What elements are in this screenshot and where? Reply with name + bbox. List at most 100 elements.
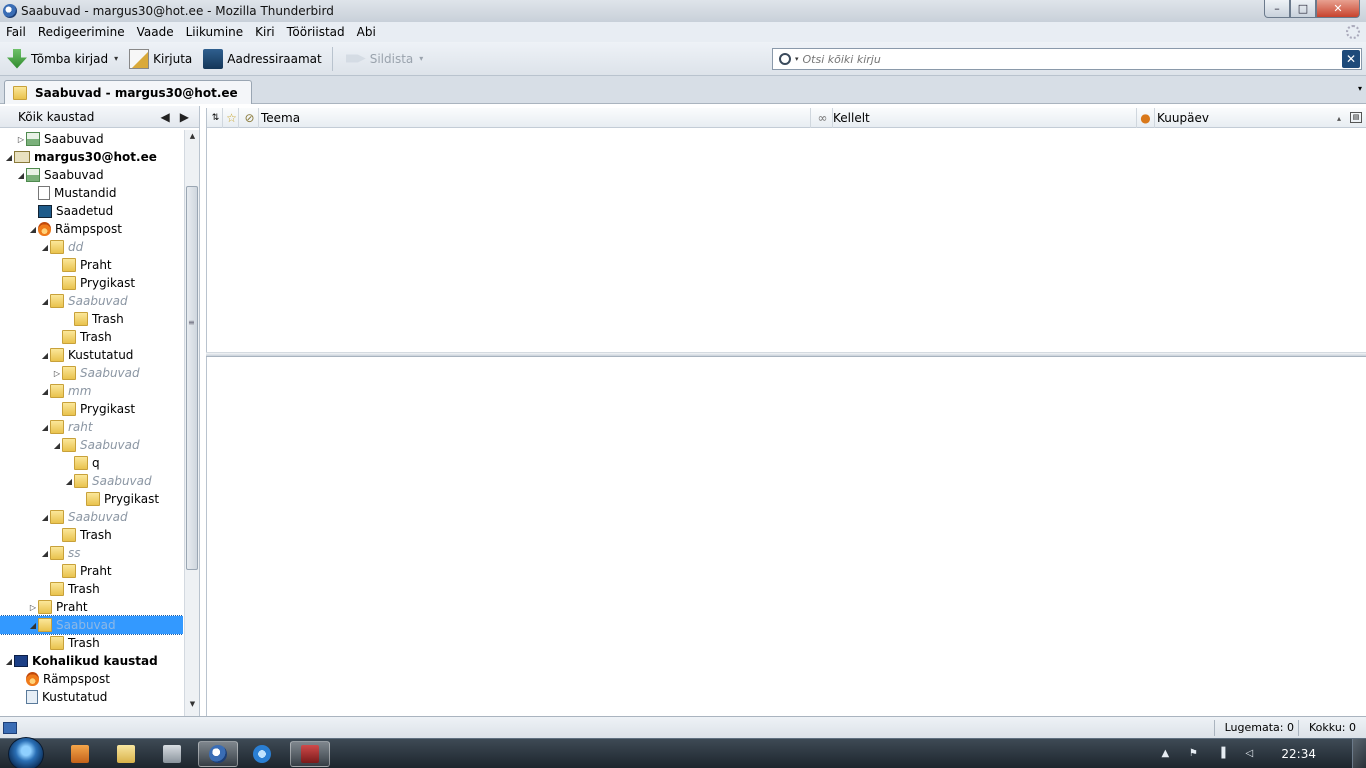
taskbar-thunderbird[interactable] bbox=[198, 741, 238, 767]
taskbar-internet-explorer[interactable] bbox=[242, 741, 282, 767]
get-mail-dropdown-icon[interactable]: ▾ bbox=[114, 54, 118, 63]
action-center-flag-icon[interactable]: ⚑ bbox=[1186, 748, 1200, 760]
menu-go[interactable]: Liikumine bbox=[180, 25, 250, 39]
twisty-icon[interactable]: ◢ bbox=[52, 441, 62, 450]
online-status-icon[interactable] bbox=[3, 721, 17, 734]
folder-row[interactable]: Praht bbox=[0, 256, 183, 274]
folder-row[interactable]: Mustandid bbox=[0, 184, 183, 202]
twisty-icon[interactable]: ◢ bbox=[40, 549, 50, 558]
get-mail-button[interactable]: Tõmba kirjad ▾ bbox=[3, 45, 122, 73]
folder-row[interactable]: ◢ Saabuvad bbox=[0, 292, 183, 310]
read-column[interactable]: ∞ bbox=[813, 108, 833, 128]
clear-search-icon[interactable]: ✕ bbox=[1342, 50, 1360, 68]
twisty-icon[interactable]: ◢ bbox=[64, 477, 74, 486]
folder-row[interactable]: ▷ Saabuvad bbox=[0, 364, 183, 382]
date-column[interactable]: Kuupäev ▴ bbox=[1157, 108, 1345, 128]
twisty-icon[interactable]: ◢ bbox=[40, 423, 50, 432]
attachment-column[interactable]: ⊘ bbox=[241, 108, 259, 128]
twisty-icon[interactable]: ◢ bbox=[4, 657, 14, 666]
folder-row[interactable]: ▷ Praht bbox=[0, 598, 183, 616]
junk-column[interactable]: ● bbox=[1137, 108, 1155, 128]
taskbar-save-app[interactable] bbox=[290, 741, 330, 767]
folder-row[interactable]: ◢ Saabuvad bbox=[0, 615, 183, 635]
twisty-icon[interactable]: ◢ bbox=[40, 297, 50, 306]
taskbar-archive[interactable] bbox=[152, 741, 192, 767]
folder-row[interactable]: Prygikast bbox=[0, 400, 183, 418]
menu-file[interactable]: Fail bbox=[0, 25, 32, 39]
twisty-icon[interactable]: ◢ bbox=[28, 225, 38, 234]
prev-folder-view-icon[interactable]: ◀ bbox=[161, 110, 170, 124]
folder-row[interactable]: ◢ Saabuvad bbox=[0, 166, 183, 184]
folder-row[interactable]: ◢ margus30@hot.ee bbox=[0, 148, 183, 166]
folder-row[interactable]: ◢ dd bbox=[0, 238, 183, 256]
show-desktop-button[interactable] bbox=[1352, 739, 1366, 768]
folder-row[interactable]: ◢ Kohalikud kaustad bbox=[0, 652, 183, 670]
search-options-icon[interactable]: ▾ bbox=[795, 55, 799, 63]
twisty-icon[interactable]: ◢ bbox=[40, 513, 50, 522]
network-icon[interactable]: ▐ bbox=[1214, 748, 1228, 760]
folder-row[interactable]: Rämpspost bbox=[0, 670, 183, 688]
thread-column[interactable]: ⇅ bbox=[209, 108, 223, 128]
folder-row[interactable]: ◢ Kustutatud bbox=[0, 346, 183, 364]
star-column[interactable]: ☆ bbox=[225, 108, 239, 128]
folder-row[interactable]: ◢ raht bbox=[0, 418, 183, 436]
folder-row[interactable]: ▷ Saabuvad bbox=[0, 130, 183, 148]
folder-row[interactable]: ◢ Rämpspost bbox=[0, 220, 183, 238]
folder-row[interactable]: Prygikast bbox=[0, 490, 183, 508]
tab-list-icon[interactable]: ▾ bbox=[1358, 84, 1362, 93]
folder-row[interactable]: Trash bbox=[0, 526, 183, 544]
minimize-button[interactable]: – bbox=[1264, 0, 1290, 18]
next-folder-view-icon[interactable]: ▶ bbox=[180, 110, 189, 124]
from-column[interactable]: Kellelt bbox=[833, 108, 1137, 128]
menu-edit[interactable]: Redigeerimine bbox=[32, 25, 131, 39]
column-picker-icon[interactable]: ▤ bbox=[1350, 112, 1362, 123]
folder-row[interactable]: ◢ Saabuvad bbox=[0, 508, 183, 526]
write-button[interactable]: Kirjuta bbox=[125, 45, 196, 73]
scroll-up-icon[interactable]: ▲ bbox=[185, 132, 200, 146]
folder-row[interactable]: Trash bbox=[0, 328, 183, 346]
folder-row[interactable]: Praht bbox=[0, 562, 183, 580]
folder-row[interactable]: Trash bbox=[0, 634, 183, 652]
search-input[interactable] bbox=[802, 52, 1342, 66]
search-icon[interactable] bbox=[779, 53, 791, 65]
folder-row[interactable]: ◢ Saabuvad bbox=[0, 472, 183, 490]
address-book-button[interactable]: Aadressiraamat bbox=[199, 45, 325, 73]
start-button[interactable] bbox=[8, 737, 44, 768]
twisty-icon[interactable]: ◢ bbox=[28, 621, 38, 630]
subject-column[interactable]: Teema bbox=[261, 108, 811, 128]
folder-row[interactable]: Trash bbox=[0, 310, 183, 328]
close-button[interactable]: ✕ bbox=[1316, 0, 1360, 18]
menu-view[interactable]: Vaade bbox=[131, 25, 180, 39]
folder-row[interactable]: q bbox=[0, 454, 183, 472]
twisty-icon[interactable]: ◢ bbox=[40, 387, 50, 396]
taskbar-media-player[interactable] bbox=[60, 741, 100, 767]
tag-button[interactable]: Sildista ▾ bbox=[342, 45, 428, 73]
folder-row[interactable]: ◢ mm bbox=[0, 382, 183, 400]
clock[interactable]: 22:34 bbox=[1281, 747, 1316, 761]
twisty-icon[interactable]: ◢ bbox=[16, 171, 26, 180]
folder-row[interactable]: ◢ Saabuvad bbox=[0, 436, 183, 454]
folder-row[interactable]: Trash bbox=[0, 580, 183, 598]
folder-row[interactable]: Saadetud bbox=[0, 202, 183, 220]
folder-row[interactable]: Kustutatud bbox=[0, 688, 183, 706]
twisty-icon[interactable]: ◢ bbox=[40, 243, 50, 252]
scroll-down-icon[interactable]: ▼ bbox=[185, 700, 200, 714]
folder-tree-scrollbar[interactable]: ▲ ≡ ▼ bbox=[184, 130, 199, 716]
twisty-icon[interactable]: ◢ bbox=[40, 351, 50, 360]
menu-tools[interactable]: Tööriistad bbox=[281, 25, 351, 39]
twisty-icon[interactable]: ▷ bbox=[16, 135, 26, 144]
twisty-icon[interactable]: ▷ bbox=[52, 369, 62, 378]
folder-row[interactable]: ◢ ss bbox=[0, 544, 183, 562]
maximize-button[interactable]: □ bbox=[1290, 0, 1316, 18]
menu-message[interactable]: Kiri bbox=[249, 25, 280, 39]
scroll-thumb[interactable] bbox=[186, 186, 198, 570]
tag-dropdown-icon: ▾ bbox=[419, 54, 424, 63]
taskbar-explorer[interactable] bbox=[106, 741, 146, 767]
show-hidden-icons-icon[interactable]: ▲ bbox=[1158, 748, 1172, 760]
volume-icon[interactable]: ◁ bbox=[1242, 748, 1256, 760]
twisty-icon[interactable]: ▷ bbox=[28, 603, 38, 612]
tab-inbox[interactable]: Saabuvad - margus30@hot.ee bbox=[4, 80, 252, 104]
twisty-icon[interactable]: ◢ bbox=[4, 153, 14, 162]
folder-row[interactable]: Prygikast bbox=[0, 274, 183, 292]
menu-help[interactable]: Abi bbox=[351, 25, 382, 39]
